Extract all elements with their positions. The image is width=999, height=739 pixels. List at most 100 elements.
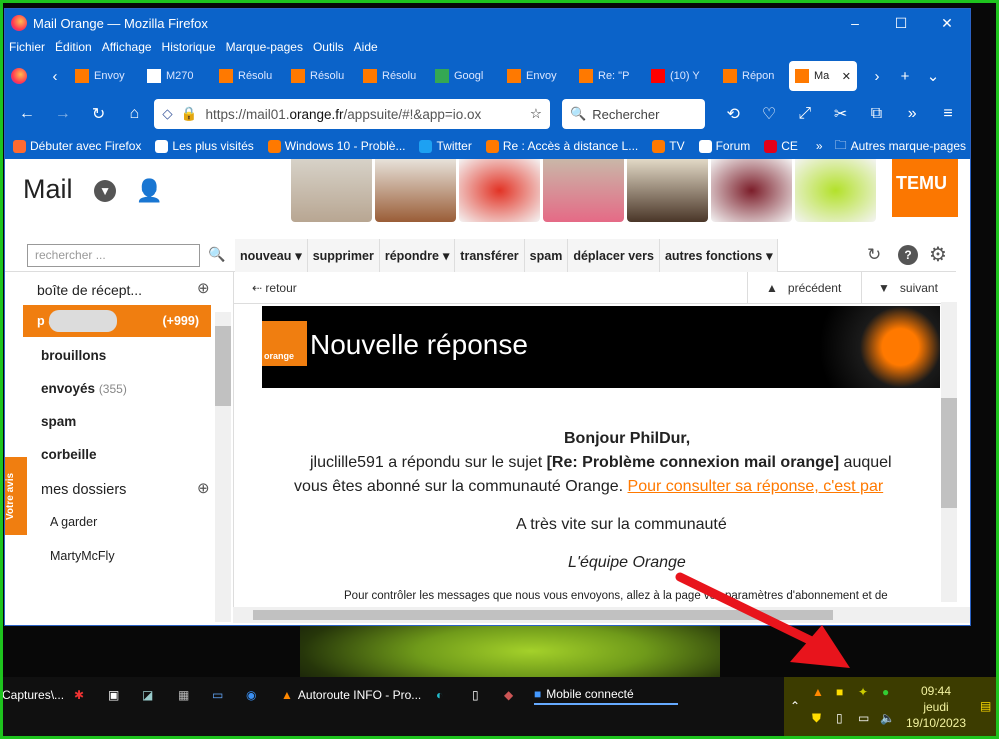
tab-5[interactable]: Googl [429,61,501,91]
toolbar-button-5[interactable]: déplacer vers [568,239,660,272]
tab-0[interactable]: Envoy [69,61,141,91]
teamviewer-icon[interactable]: ◉ [246,685,256,705]
note-tray-icon[interactable]: ■ [836,685,843,699]
home-icon[interactable]: ⌂ [118,105,150,123]
ad-image[interactable] [291,159,372,222]
usb-icon[interactable]: ▯ [836,711,843,725]
tab-9[interactable]: Répon [717,61,789,91]
tab-2[interactable]: Résolu [213,61,285,91]
folder-inbox[interactable]: boîte de récept... [37,282,142,298]
calculator-icon[interactable]: ▦ [178,685,189,705]
ad-image[interactable] [711,159,792,222]
folder-sent[interactable]: envoyés (355) [41,381,127,396]
folder-spam[interactable]: spam [41,414,76,429]
tray-app-icon[interactable]: ✦ [858,685,868,699]
notification-icon[interactable]: ▤ [980,699,991,713]
tab-scroll-right-icon[interactable]: › [863,68,891,85]
minimize-button[interactable]: – [832,15,878,31]
folder-scrollbar[interactable] [215,312,231,622]
display-icon[interactable]: ▭ [212,685,223,705]
fullscreen-icon[interactable]: ⤢ [789,105,821,123]
reading-scrollbar[interactable] [941,302,957,602]
ad-image[interactable] [543,159,624,222]
toolbar-button-6[interactable]: autres fonctions ▾ [660,239,779,272]
folder-martymcfly[interactable]: MartyMcFly [50,549,115,563]
folder-a-garder[interactable]: A garder [50,515,97,529]
folder-my-folders[interactable]: mes dossiers [41,482,126,498]
bookmark-6[interactable]: Forum [698,139,750,153]
firefox-view-icon[interactable] [11,68,27,84]
toolbar-button-2[interactable]: répondre ▾ [380,239,456,272]
close-tab-icon[interactable]: ✕ [842,70,851,83]
toolbar-button-4[interactable]: spam [525,239,569,272]
url-bar[interactable]: ◇ 🔒 https://mail01. orange.fr/appsuite/#!… [154,99,551,129]
app-icon[interactable]: ◆ [504,685,513,705]
bookmark-2[interactable]: Windows 10 - Problè... [267,139,405,153]
overflow-icon[interactable]: » [896,105,928,123]
tray-expand-icon[interactable]: ⌃ [790,699,800,713]
bookmark-1[interactable]: Les plus visités [155,139,254,153]
search-box[interactable]: 🔍 Rechercher [562,99,706,129]
caret-down-icon[interactable]: ▾ [295,248,301,263]
vlc-tray-icon[interactable]: ▲ [812,685,824,699]
shield-icon[interactable]: ◇ [162,106,172,122]
reload-icon[interactable]: ↻ [83,104,115,124]
toolbar-button-3[interactable]: transférer [455,239,525,272]
ad-image[interactable] [795,159,876,222]
bookmark-0[interactable]: Débuter avec Firefox [13,139,141,153]
history-icon[interactable]: ⟲ [717,104,749,124]
maximize-button[interactable]: ☐ [878,15,924,32]
mail-search-input[interactable]: rechercher ... [27,244,200,267]
back-icon[interactable]: ← [11,105,43,123]
document-icon[interactable]: ▯ [472,685,479,705]
tab-1[interactable]: M270 [141,61,213,91]
caret-down-icon[interactable]: ▾ [443,248,449,263]
tab-4[interactable]: Résolu [357,61,429,91]
settings-gear-icon[interactable]: ⚙ [929,242,947,267]
taskbar-captures[interactable]: Captures\... [2,685,64,705]
volume-icon[interactable]: 🔈 [880,711,895,725]
screenshot-icon[interactable]: ✂ [825,104,857,124]
menu-historique[interactable]: Historique [162,40,216,54]
bookmark-7[interactable]: CE [764,139,798,153]
toolbar-button-0[interactable]: nouveau ▾ [235,239,308,272]
tab-list-icon[interactable]: ⌄ [919,67,947,85]
menu-fichier[interactable]: Fichier [9,40,45,54]
tab-6[interactable]: Envoy [501,61,573,91]
new-tab-icon[interactable]: + [891,68,919,85]
horizontal-scrollbar[interactable] [233,607,970,623]
bookmark-star-icon[interactable]: ☆ [530,106,542,122]
mail-search-icon[interactable]: 🔍 [208,246,225,263]
add-my-folder-icon[interactable]: ⊕ [197,479,210,497]
dropdown-icon[interactable]: ▼ [94,179,117,202]
ad-image[interactable] [375,159,456,222]
terminal-icon[interactable]: ▣ [108,685,119,705]
back-to-list[interactable]: ⇠ retour [252,281,297,295]
menu-edition[interactable]: Édition [55,40,92,54]
ad-banner[interactable] [291,159,886,222]
tab-7[interactable]: Re: "P [573,61,645,91]
contacts-icon[interactable]: 👤 [136,178,163,203]
network-icon[interactable]: ▭ [858,711,869,725]
caret-down-icon[interactable]: ▾ [766,248,772,263]
tab-10[interactable]: Ma ✕ [789,61,857,91]
extensions-icon[interactable]: ⧉ [861,105,893,123]
previous-button[interactable]: ▲ précédent [747,272,859,304]
tab-scroll-left-icon[interactable]: ‹ [41,68,69,85]
bookmark-5[interactable]: TV [652,139,685,153]
edge-icon[interactable]: ◐ [436,685,443,705]
next-button[interactable]: ▼ suivant [861,272,957,304]
pocket-icon[interactable]: ♡ [753,104,785,124]
menu-marque-pages[interactable]: Marque-pages [226,40,303,54]
consult-reply-link[interactable]: Pour consulter sa réponse, c'est par [628,478,884,495]
ad-image[interactable] [627,159,708,222]
refresh-icon[interactable]: ↻ [867,245,881,265]
bookmark-4[interactable]: Re : Accès à distance L... [485,139,638,153]
folder-trash[interactable]: corbeille [41,447,97,462]
taskbar-app-icon[interactable]: ✱ [74,685,84,705]
tray-status-icon[interactable]: ● [882,685,889,699]
tab-3[interactable]: Résolu [285,61,357,91]
clock[interactable]: 09:44 jeudi 19/10/2023 [902,683,970,731]
bookmark-3[interactable]: Twitter [419,139,472,153]
temu-ad[interactable]: TEMU [892,159,958,217]
